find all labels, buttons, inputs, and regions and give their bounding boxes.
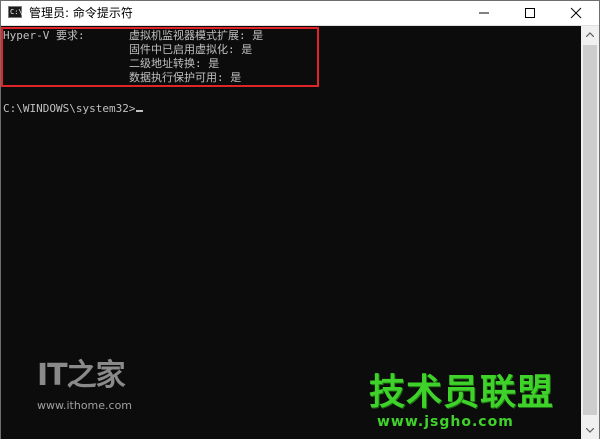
jsgho-url: www.jsgho.com [377, 414, 514, 430]
maximize-button[interactable] [507, 1, 553, 25]
scrollbar-thumb[interactable] [583, 45, 597, 415]
maximize-icon [525, 8, 535, 18]
scroll-down-button[interactable] [581, 422, 599, 439]
text-cursor [136, 110, 144, 112]
prompt-text: C:\WINDOWS\system32> [3, 102, 136, 115]
minimize-icon [479, 12, 489, 14]
chevron-up-icon [586, 32, 594, 37]
ithome-url: www.ithome.com [37, 399, 133, 412]
ithome-watermark: IT之家 www.ithome.com [37, 359, 137, 419]
highlight-annotation [1, 27, 319, 87]
scroll-up-button[interactable] [581, 26, 599, 43]
title-bar[interactable]: C:\ 管理员: 命令提示符 [1, 1, 599, 26]
cmd-icon[interactable]: C:\ [8, 6, 23, 18]
jsgho-brand: 技术员联盟 [369, 372, 555, 413]
minimize-button[interactable] [461, 1, 507, 25]
window-title: 管理员: 命令提示符 [29, 6, 133, 20]
ithome-logo: IT之家 [37, 358, 126, 393]
vertical-scrollbar[interactable] [581, 26, 599, 439]
close-icon [570, 7, 582, 19]
close-button[interactable] [553, 1, 599, 25]
cmd-window: C:\ 管理员: 命令提示符 Hyper-V 要求: 虚拟机监视器模式扩展: 是… [0, 0, 600, 439]
jsgho-watermark: 技术员联盟 www.jsgho.com [369, 373, 569, 435]
chevron-down-icon [586, 428, 594, 433]
command-prompt[interactable]: C:\WINDOWS\system32> [3, 102, 144, 116]
